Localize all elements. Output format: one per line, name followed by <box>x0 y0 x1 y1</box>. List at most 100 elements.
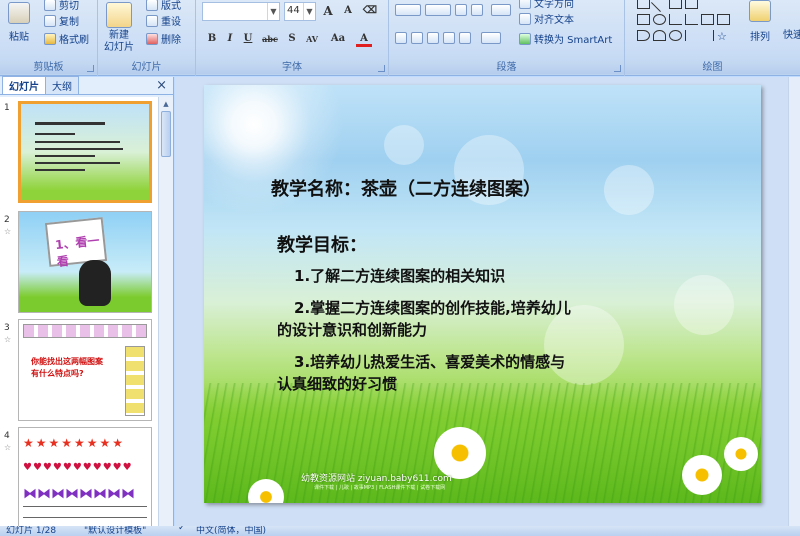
arrow-down-shape-icon[interactable] <box>717 14 730 25</box>
reset-icon <box>146 14 158 27</box>
quick-styles-button[interactable]: 快速 <box>783 26 800 41</box>
language-indicator[interactable]: 中文(简体，中国) <box>196 526 266 536</box>
drawing-group: ☆ 排列 快速 绘图 <box>625 0 800 76</box>
slide-thumbnail-1[interactable] <box>18 101 152 203</box>
font-color-button[interactable]: A <box>356 31 372 47</box>
columns-icon[interactable] <box>481 32 501 44</box>
slide-number: 3 <box>4 323 10 333</box>
scroll-thumb[interactable] <box>161 111 171 157</box>
shadow-button[interactable]: S <box>284 31 300 47</box>
goal-item-2-cont: 的设计意识和创新能力 <box>277 321 428 339</box>
goal-heading: 教学目标： <box>277 235 367 256</box>
scroll-up-icon[interactable]: ▲ <box>159 97 173 111</box>
slide-number: 1 <box>4 103 10 113</box>
new-slide-button[interactable]: 新建 幻灯片 <box>104 2 134 54</box>
cut-button[interactable]: 剪切 <box>44 0 79 12</box>
arrange-button[interactable]: 排列 <box>749 0 771 43</box>
arc-shape-icon[interactable] <box>653 30 666 41</box>
copy-icon <box>44 14 56 27</box>
text-direction-button[interactable]: 文字方向 <box>519 0 574 10</box>
shrink-font-button[interactable]: A <box>340 3 356 19</box>
increase-indent-icon[interactable] <box>471 4 483 16</box>
scissors-icon <box>44 0 56 11</box>
align-text-icon <box>519 12 531 25</box>
rectangle-shape-icon[interactable] <box>669 0 682 9</box>
goal-item-2: 2.掌握二方连续图案的创作技能,培养幼儿 <box>294 299 571 317</box>
chevron-down-icon: ▼ <box>267 3 279 20</box>
font-group: ▼ 44 ▼ A A ⌫ B I U abc S AV Aa A 字体 <box>196 0 389 76</box>
align-left-icon[interactable] <box>395 32 407 44</box>
hearts-row: ♥♥♥♥♥♥♥♥♥♥♥ <box>23 462 133 473</box>
bold-button[interactable]: B <box>204 31 220 47</box>
star-shape-icon[interactable]: ☆ <box>717 30 730 43</box>
connector2-shape-icon[interactable] <box>685 14 698 25</box>
strikethrough-button[interactable]: abc <box>260 31 280 47</box>
clear-format-icon[interactable]: ⌫ <box>362 3 378 19</box>
font-dialog-launcher[interactable] <box>378 65 385 72</box>
oval-shape-icon[interactable] <box>653 14 666 25</box>
animation-star-icon: ☆ <box>4 227 12 236</box>
numbering-icon[interactable] <box>425 4 451 16</box>
slides-group-label: 幻灯片 <box>98 61 195 74</box>
bokeh-circle <box>674 275 734 335</box>
line-shape-icon[interactable] <box>651 0 668 12</box>
current-slide[interactable]: 教学名称：茶壶（二方连续图案） 教学目标： 1.了解二方连续图案的相关知识 2.… <box>204 85 761 503</box>
font-group-label: 字体 <box>196 61 388 74</box>
italic-button[interactable]: I <box>222 31 238 47</box>
panel-tabs: 幻灯片 大纲 × <box>0 76 173 95</box>
bullets-icon[interactable] <box>395 4 421 16</box>
decrease-indent-icon[interactable] <box>455 4 467 16</box>
underline-button[interactable]: U <box>240 31 256 47</box>
paragraph-dialog-launcher[interactable] <box>614 65 621 72</box>
slide-thumbnail-2[interactable]: 1、看一看 <box>18 211 152 313</box>
paste-button[interactable]: 粘贴 <box>8 2 30 43</box>
brace-right-shape-icon[interactable] <box>701 30 714 41</box>
tab-outline[interactable]: 大纲 <box>45 76 79 94</box>
align-center-icon[interactable] <box>411 32 423 44</box>
distributed-icon[interactable] <box>459 32 471 44</box>
rectangle-shape-icon[interactable] <box>637 0 650 9</box>
slide-title: 教学名称：茶壶（二方连续图案） <box>271 179 541 200</box>
arrow-right-shape-icon[interactable] <box>701 14 714 25</box>
delete-slide-button[interactable]: 删除 <box>146 31 181 46</box>
curve2-shape-icon[interactable] <box>669 30 682 41</box>
curve-shape-icon[interactable] <box>637 30 650 41</box>
thumbnail-scrollbar[interactable]: ▲ <box>158 97 173 526</box>
font-size-combo[interactable]: 44 ▼ <box>284 2 316 21</box>
smartart-button[interactable]: 转换为 SmartArt <box>519 31 612 46</box>
clipboard-group-label: 剪贴板 <box>0 61 97 74</box>
slide-number: 2 <box>4 215 10 225</box>
grow-font-button[interactable]: A <box>320 3 336 19</box>
close-icon[interactable]: × <box>156 78 167 93</box>
justify-icon[interactable] <box>443 32 455 44</box>
slide-thumbnail-3[interactable]: 你能找出这两幅图案有什么特点吗? <box>18 319 152 421</box>
tab-slides[interactable]: 幻灯片 <box>2 76 46 94</box>
paste-icon <box>8 2 30 24</box>
layout-button[interactable]: 版式 <box>146 0 181 12</box>
animation-star-icon: ☆ <box>4 443 12 452</box>
copy-button[interactable]: 复制 <box>44 13 79 28</box>
bear-figure <box>79 260 111 306</box>
drawing-group-label: 绘图 <box>625 61 800 74</box>
arrow-shape-icon[interactable] <box>685 0 698 9</box>
slide-thumbnail-4[interactable]: ★★★★★★★★ ♥♥♥♥♥♥♥♥♥♥♥ ⧓⧓⧓⧓⧓⧓⧓⧓ <box>18 427 152 526</box>
align-text-button[interactable]: 对齐文本 <box>519 11 574 26</box>
brace-left-shape-icon[interactable] <box>685 30 698 41</box>
rect-shape-icon[interactable] <box>637 14 650 25</box>
thumbnail-list: 1 2 ☆ 1、看一看 3 ☆ 你能找出这两幅图案有什么特点吗? 4 ☆ ★★★… <box>0 97 158 526</box>
font-name-combo[interactable]: ▼ <box>202 2 280 21</box>
theme-name[interactable]: "默认设计模板" <box>84 526 146 536</box>
connector-shape-icon[interactable] <box>669 14 682 25</box>
spell-check-icon[interactable]: ✓ <box>178 526 186 533</box>
format-painter-button[interactable]: 格式刷 <box>44 31 89 46</box>
delete-icon <box>146 32 158 45</box>
clipboard-dialog-launcher[interactable] <box>87 65 94 72</box>
align-right-icon[interactable] <box>427 32 439 44</box>
char-spacing-button[interactable]: AV <box>302 31 322 47</box>
reset-button[interactable]: 重设 <box>146 13 181 28</box>
line-spacing-icon[interactable] <box>491 4 511 16</box>
ribbon: 粘贴 剪切 复制 格式刷 剪贴板 新建 幻灯片 版式 重设 删除 幻灯片 ▼ 4… <box>0 0 800 76</box>
animation-star-icon: ☆ <box>4 335 12 344</box>
editor-scrollbar[interactable] <box>788 77 800 526</box>
change-case-button[interactable]: Aa <box>328 31 348 47</box>
